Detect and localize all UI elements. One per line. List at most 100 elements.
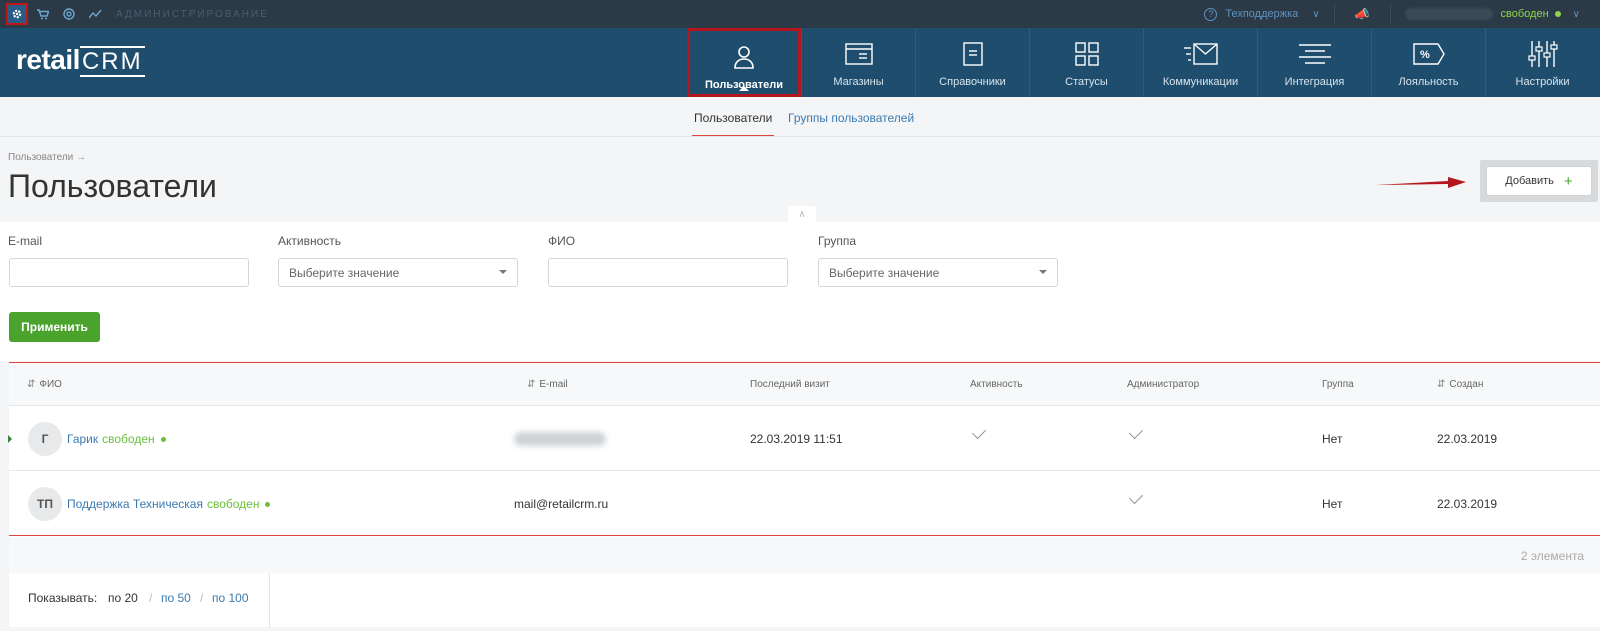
email-filter-input[interactable] [9,258,249,287]
main-nav: retailCRM Пользователи Магазины Справочн… [0,28,1600,97]
email-value: mail@retailcrm.ru [514,497,609,511]
svg-text:%: % [1420,49,1430,61]
nav-item-label: Настройки [1515,76,1570,88]
group-value: Нет [1322,432,1343,446]
status-dot-icon [160,437,166,443]
check-icon [971,424,987,440]
group-value: Нет [1322,497,1343,511]
nav-item-references[interactable]: Справочники [915,28,1029,97]
column-header-admin: Администратор [1127,379,1200,390]
filter-panel: E-mail Активность Выберите значение ФИО … [0,222,1600,361]
column-header-activity: Активность [970,379,1023,390]
sort-icon: ⇵ [527,379,536,390]
table-row[interactable]: Г Гарик свободен 22.03.2019 11:51 Нет 22.… [8,406,1600,471]
chevron-up-icon: ∧ [798,208,806,220]
nav-item-loyalty[interactable]: % Лояльность [1371,28,1485,97]
page-size-20[interactable]: по 20 [108,591,138,605]
nav-item-label: Статусы [1065,76,1108,88]
row-marker-icon [8,435,12,443]
caret-down-icon [1039,270,1047,274]
page-size-selector: Показывать: по 20 / по 50 / по 100 [9,573,270,628]
megaphone-icon[interactable]: 📣 [1335,7,1390,21]
status-dot-icon [265,502,271,508]
nav-item-settings[interactable]: Настройки [1485,28,1599,97]
avatar: ТП [28,487,62,521]
add-user-button[interactable]: Добавить + [1486,166,1592,196]
tab-users[interactable]: Пользователи [691,111,775,136]
email-blurred [514,432,606,446]
divider [1389,4,1391,24]
nav-item-stores[interactable]: Магазины [801,28,915,97]
nav-item-label: Лояльность [1398,76,1459,88]
communications-icon [1183,40,1218,68]
check-icon [1128,489,1144,505]
gear-icon[interactable] [6,3,28,25]
table-header: ⇵ ФИО ⇵ E-mail Последний визит Активность … [9,363,1600,406]
page-size-100[interactable]: по 100 [212,591,249,605]
support-label: Техподдержка [1225,8,1299,20]
loyalty-icon: % [1412,40,1445,68]
cart-icon[interactable] [32,3,54,25]
annotation-arrow [1376,177,1466,188]
user-name-link[interactable]: Поддержка Техническая свободен [67,497,271,511]
section-label: АДМИНИСТРИРОВАНИЕ [116,8,269,20]
check-icon [1128,424,1144,440]
chevron-down-icon: ∨ [1312,8,1320,20]
lifebuoy-icon[interactable] [58,3,80,25]
fio-filter-input[interactable] [548,258,788,287]
plus-icon: + [1563,172,1573,190]
chevron-down-icon[interactable]: ∨ [1573,9,1580,20]
sub-nav: Пользователи Группы пользователей [0,97,1600,137]
nav-item-label: Магазины [833,76,884,88]
user-icon [733,43,755,71]
apply-button[interactable]: Применить [9,312,100,342]
page-title: Пользователи [8,168,217,204]
user-name-blurred[interactable] [1404,8,1493,20]
nav-item-statuses[interactable]: Статусы [1029,28,1143,97]
reference-icon [962,40,983,68]
settings-icon [1527,40,1558,68]
column-header-created[interactable]: ⇵ Создан [1437,379,1483,390]
table-row[interactable]: ТП Поддержка Техническая свободен mail@re… [9,471,1600,536]
filter-label-activity: Активность [278,234,342,248]
logo[interactable]: retailCRM [16,44,145,77]
separator: / [200,591,204,605]
sort-icon: ⇵ [1437,379,1446,390]
collapse-filters-toggle[interactable]: ∧ [788,206,816,222]
integration-icon [1298,40,1331,68]
created-date: 22.03.2019 [1437,432,1498,446]
page-size-label: Показывать: [28,591,98,605]
page-size-50[interactable]: по 50 [161,591,191,605]
status-dot-icon [1554,11,1561,17]
users-table: ⇵ ФИО ⇵ E-mail Последний визит Активность … [8,362,1600,628]
nav-item-communications[interactable]: Коммуникации [1143,28,1257,97]
support-menu[interactable]: ? Техподдержка ∨ [1204,7,1333,21]
filter-label-email: E-mail [8,234,43,248]
activity-select[interactable]: Выберите значение [278,258,518,287]
tab-user-groups[interactable]: Группы пользователей [788,111,914,125]
user-status[interactable]: свободен [1501,8,1549,20]
store-icon [844,40,873,68]
analytics-icon[interactable] [84,3,106,25]
nav-item-label: Пользователи [704,79,783,91]
nav-item-label: Интеграция [1284,76,1345,88]
nav-item-label: Справочники [939,76,1006,88]
status-icon [1074,40,1099,68]
items-count: 2 элемента [1520,549,1584,563]
created-date: 22.03.2019 [1437,497,1498,511]
column-header-last-visit: Последний визит [750,379,830,390]
sort-icon: ⇵ [27,379,36,390]
column-header-email[interactable]: ⇵ E-mail [527,379,568,390]
top-bar: АДМИНИСТРИРОВАНИЕ ? Техподдержка ∨ 📣 сво… [0,0,1600,28]
nav-item-users[interactable]: Пользователи [687,28,801,97]
user-name-link[interactable]: Гарик свободен [67,432,166,446]
group-select[interactable]: Выберите значение [818,258,1058,287]
column-header-fio[interactable]: ⇵ ФИО [27,379,62,390]
add-button-highlight: Добавить + [1480,160,1598,202]
question-icon: ? [1204,7,1218,21]
nav-item-integration[interactable]: Интеграция [1257,28,1371,97]
filter-label-group: Группа [818,234,857,248]
breadcrumb[interactable]: Пользователи → [8,152,86,163]
caret-down-icon [499,270,507,274]
last-visit: 22.03.2019 11:51 [750,432,843,446]
